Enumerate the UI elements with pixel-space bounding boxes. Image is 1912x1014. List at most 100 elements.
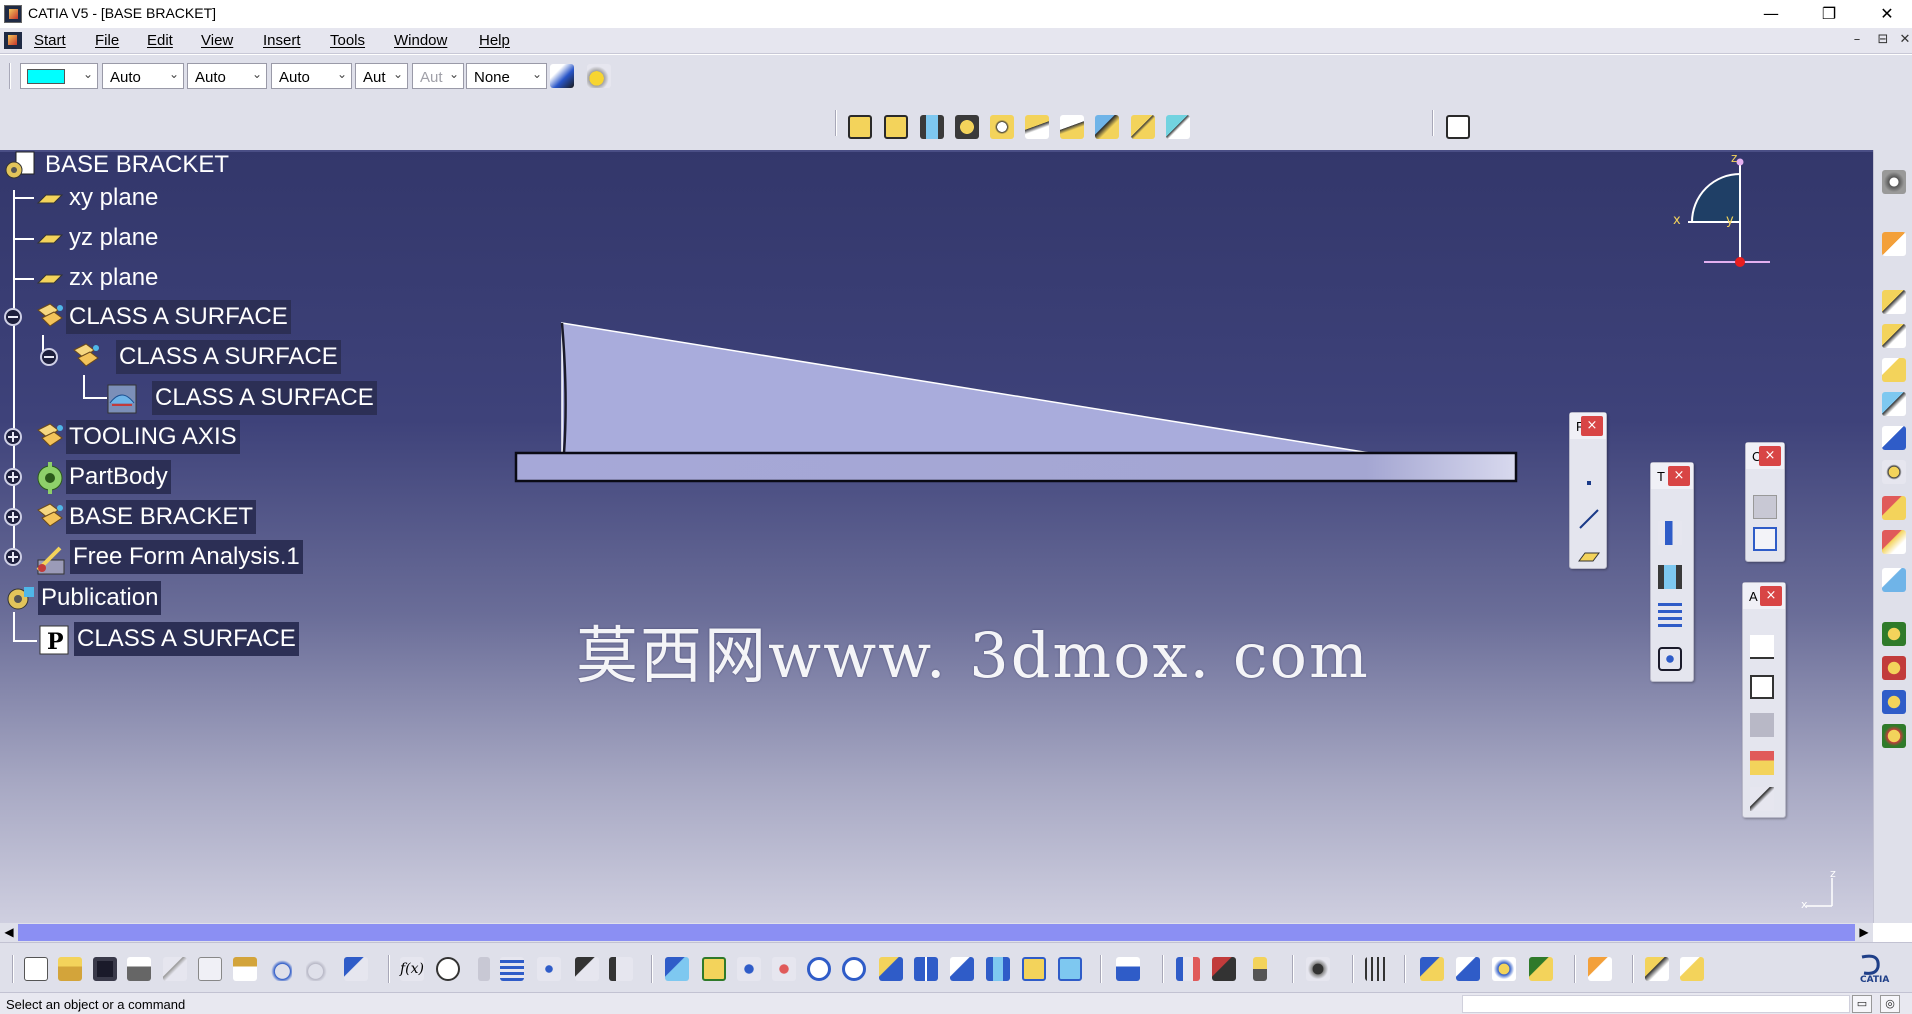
snap-icon[interactable] bbox=[1658, 647, 1682, 671]
grid-icon[interactable] bbox=[1658, 603, 1682, 627]
toolbar-grip[interactable] bbox=[1352, 955, 1354, 983]
transform-icon[interactable] bbox=[1658, 521, 1682, 545]
collapse-toggle[interactable] bbox=[4, 308, 22, 326]
gear-icon[interactable] bbox=[1882, 170, 1906, 194]
part-geometry[interactable] bbox=[510, 315, 1520, 485]
iso-view-icon[interactable] bbox=[950, 957, 974, 981]
expand-toggle[interactable] bbox=[4, 548, 22, 566]
expand-toggle[interactable] bbox=[4, 468, 22, 486]
floating-toolbar-point[interactable]: F × bbox=[1569, 412, 1607, 569]
status-toggle-icon[interactable]: ▭ bbox=[1852, 995, 1872, 1013]
update-icon[interactable] bbox=[1116, 957, 1140, 981]
extrude-icon[interactable] bbox=[920, 115, 944, 139]
graphic-properties-icon[interactable] bbox=[587, 64, 611, 88]
line-thickness-dropdown[interactable]: Auto ⌄ bbox=[187, 63, 267, 89]
rotate-icon[interactable] bbox=[772, 957, 796, 981]
point-icon[interactable] bbox=[1577, 471, 1601, 495]
material-icon[interactable] bbox=[1492, 957, 1516, 981]
target-icon[interactable] bbox=[1882, 460, 1906, 484]
status-search-icon[interactable]: ◎ bbox=[1880, 995, 1900, 1013]
sketch-icon[interactable] bbox=[848, 115, 872, 139]
fit-all-icon[interactable] bbox=[702, 957, 726, 981]
floating-toolbar-annotation[interactable]: A × bbox=[1742, 582, 1786, 818]
swap-visible-space-icon[interactable] bbox=[1058, 957, 1082, 981]
scroll-left-button[interactable]: ◀ bbox=[0, 923, 18, 942]
hide-show-icon[interactable] bbox=[1022, 957, 1046, 981]
flag-note-icon[interactable] bbox=[1750, 675, 1774, 699]
power-input-field[interactable] bbox=[1462, 995, 1850, 1013]
tree-item-class-a-surface-child[interactable]: CLASS A SURFACE bbox=[70, 340, 341, 374]
toolbar-grip[interactable] bbox=[9, 63, 11, 89]
tree-item-class-a-surface[interactable]: CLASS A SURFACE bbox=[34, 300, 294, 334]
sphere-icon[interactable] bbox=[990, 115, 1014, 139]
toolbar-grip[interactable] bbox=[1632, 955, 1634, 983]
shaft-icon[interactable] bbox=[1882, 392, 1906, 416]
toolbar-grip[interactable] bbox=[1574, 955, 1576, 983]
measure-icon[interactable] bbox=[1750, 787, 1774, 811]
annotation-icon[interactable] bbox=[1446, 115, 1470, 139]
capture-icon[interactable] bbox=[1306, 957, 1330, 981]
scroll-track[interactable] bbox=[18, 924, 1855, 941]
catalog-icon[interactable] bbox=[575, 957, 599, 981]
sweep-icon[interactable] bbox=[1095, 115, 1119, 139]
boolean-add-icon[interactable] bbox=[1882, 622, 1906, 646]
menu-window[interactable]: Window bbox=[394, 32, 447, 49]
layer-dropdown[interactable]: None ⌄ bbox=[466, 63, 547, 89]
shading-icon[interactable] bbox=[986, 957, 1010, 981]
menu-edit[interactable]: Edit bbox=[147, 32, 173, 49]
color-dropdown[interactable]: ⌄ bbox=[20, 63, 98, 89]
rule-icon[interactable] bbox=[478, 957, 490, 981]
line-icon[interactable] bbox=[1577, 507, 1601, 531]
scroll-right-button[interactable]: ▶ bbox=[1855, 923, 1873, 942]
menu-view[interactable]: View bbox=[201, 32, 233, 49]
tree-item-base-bracket[interactable]: BASE BRACKET bbox=[34, 500, 294, 534]
menu-file[interactable]: File bbox=[95, 32, 119, 49]
measure-item-icon[interactable] bbox=[1212, 957, 1236, 981]
redo-icon[interactable] bbox=[306, 957, 330, 981]
law-icon[interactable] bbox=[537, 957, 561, 981]
expand-toggle[interactable] bbox=[4, 428, 22, 446]
select-arrow-icon[interactable] bbox=[1882, 232, 1906, 256]
formula-icon[interactable]: f(x) bbox=[400, 957, 424, 981]
shading-with-edges-icon[interactable] bbox=[1420, 957, 1444, 981]
toolbar-grip[interactable] bbox=[12, 955, 14, 983]
toolbar-grip[interactable] bbox=[388, 955, 390, 983]
measure-inertia-icon[interactable] bbox=[1253, 957, 1267, 981]
floating-toolbar-tools[interactable]: T × bbox=[1650, 462, 1694, 682]
minimize-button[interactable]: — bbox=[1748, 0, 1794, 28]
zoom-in-icon[interactable] bbox=[807, 957, 831, 981]
eraser-icon[interactable] bbox=[1882, 568, 1906, 592]
toolbar-grip[interactable] bbox=[1162, 955, 1164, 983]
close-button[interactable]: ✕ bbox=[1864, 0, 1910, 28]
print-icon[interactable] bbox=[127, 957, 151, 981]
tree-item-partbody[interactable]: PartBody bbox=[34, 460, 294, 494]
close-icon[interactable]: × bbox=[1668, 466, 1690, 486]
document-icon[interactable] bbox=[4, 32, 22, 49]
multi-view-icon[interactable] bbox=[914, 957, 938, 981]
expand-toggle[interactable] bbox=[4, 508, 22, 526]
toolbar-grip[interactable] bbox=[651, 955, 653, 983]
tree-item-publication-surface[interactable]: P CLASS A SURFACE bbox=[38, 622, 299, 656]
pad-icon[interactable] bbox=[1882, 290, 1906, 314]
tree-item-xy-plane[interactable]: xy plane bbox=[34, 181, 234, 215]
pattern-icon[interactable] bbox=[1658, 565, 1682, 589]
positioned-sketch-icon[interactable] bbox=[884, 115, 908, 139]
tree-item-tooling-axis[interactable]: TOOLING AXIS bbox=[34, 420, 294, 454]
text-with-leader-icon[interactable] bbox=[1750, 635, 1774, 659]
undo-icon[interactable] bbox=[268, 957, 292, 981]
apply-material-icon[interactable] bbox=[1529, 957, 1553, 981]
paste-icon[interactable] bbox=[233, 957, 257, 981]
open-folder-icon[interactable] bbox=[58, 957, 82, 981]
publication-tool-icon[interactable] bbox=[1588, 957, 1612, 981]
compass[interactable]: z x y bbox=[1660, 152, 1780, 272]
cut-icon[interactable] bbox=[163, 957, 187, 981]
loft-icon[interactable] bbox=[1131, 115, 1155, 139]
plane-icon[interactable] bbox=[1577, 543, 1601, 567]
toolbar-grip[interactable] bbox=[1432, 110, 1434, 136]
horizontal-scrollbar[interactable]: ◀ ▶ bbox=[0, 923, 1873, 942]
boolean-intersect-icon[interactable] bbox=[1882, 690, 1906, 714]
wireframe-icon[interactable] bbox=[1456, 957, 1480, 981]
mdi-minimize-button[interactable]: – bbox=[1848, 32, 1866, 50]
instantiate-icon[interactable] bbox=[609, 957, 633, 981]
geometrical-set-tool-icon[interactable] bbox=[1680, 957, 1704, 981]
